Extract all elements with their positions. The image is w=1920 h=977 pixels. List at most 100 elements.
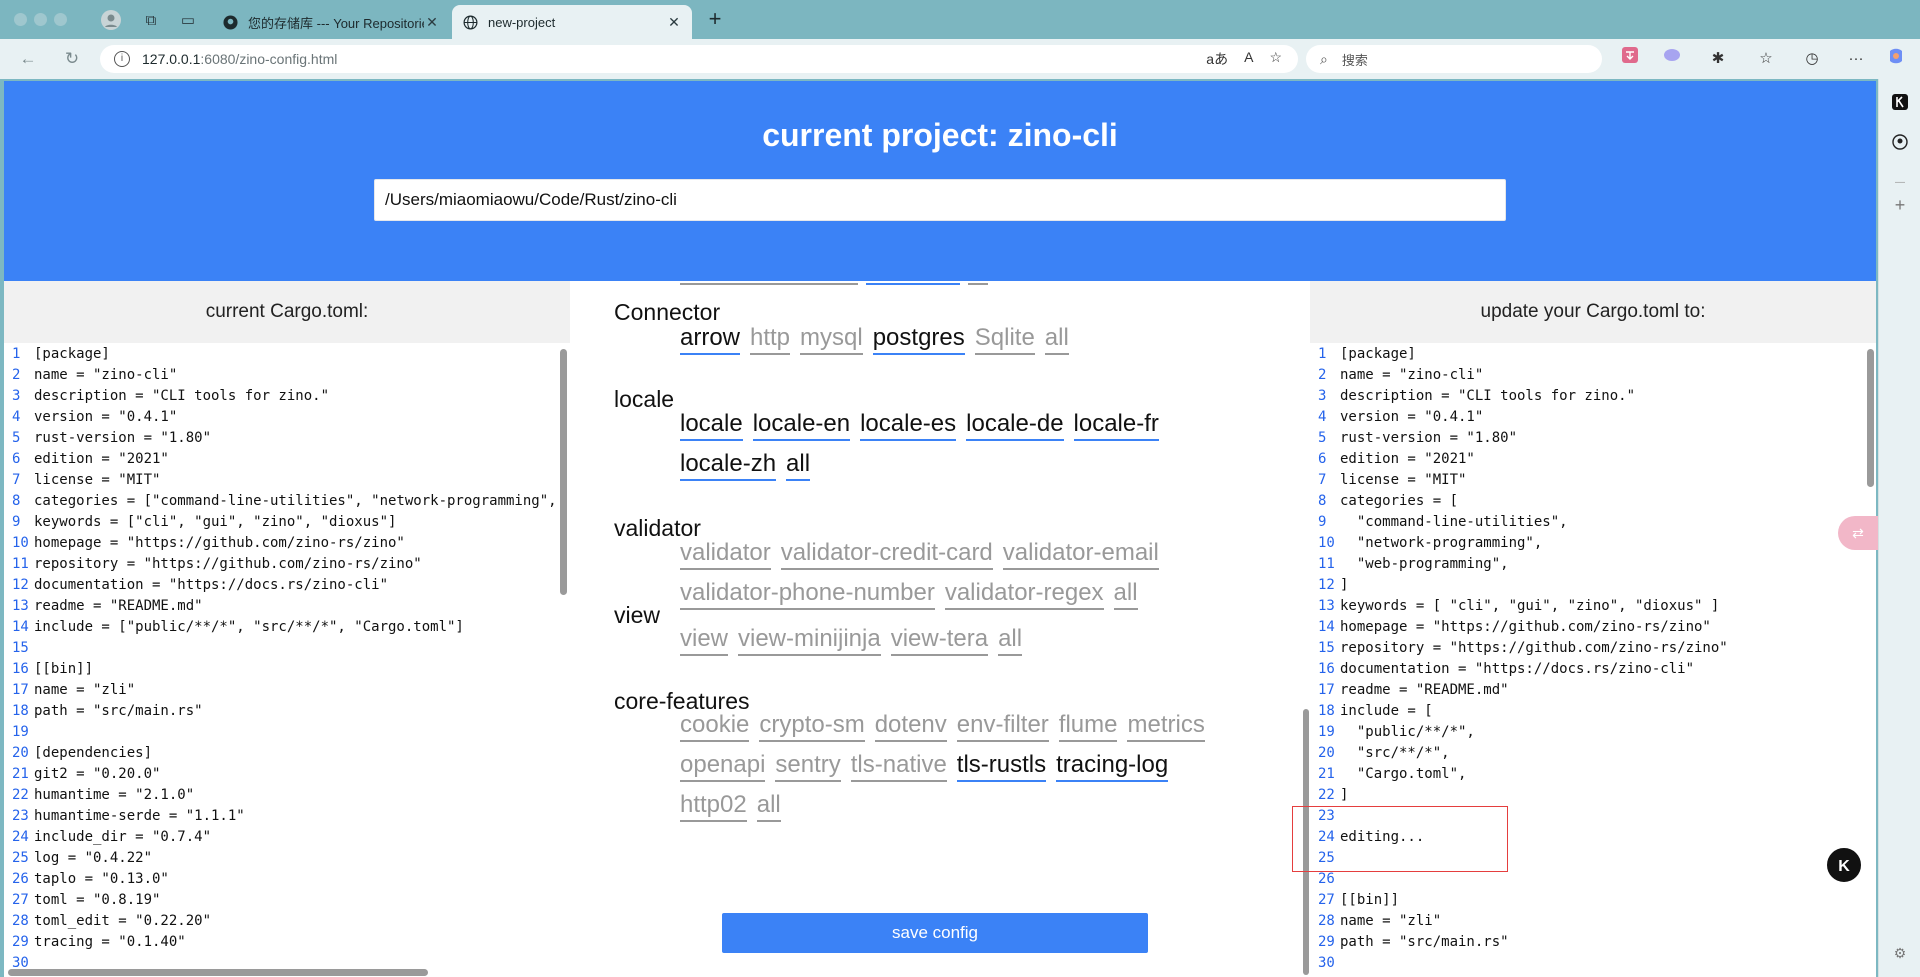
code-line: 15 [4,638,34,659]
feature-toggle[interactable]: arrow [680,324,741,355]
favorite-star-icon[interactable]: ☆ [1269,49,1282,69]
back-arrow-icon[interactable]: ← [16,47,40,71]
feature-toggle[interactable]: dotenv [874,711,947,742]
line-number: 26 [1318,871,1335,887]
line-text: name = "zli" [1340,913,1442,929]
close-icon[interactable]: ✕ [424,14,440,31]
line-number: 8 [1318,493,1327,509]
line-number: 25 [12,850,29,866]
feature-toggle[interactable]: tracing-log [1056,751,1169,782]
sidebar-github-icon[interactable] [1888,133,1912,157]
feature-partial[interactable] [772,281,858,285]
new-tab-button[interactable]: + [702,7,728,33]
sidebar-k-app-icon[interactable] [1888,93,1912,117]
line-text: taplo = "0.13.0" [34,871,169,887]
close-icon[interactable]: ✕ [666,14,682,31]
updated-cargo-editor[interactable]: 1 [package] 2 name = "zino-cli" 3 description… [1310,343,1876,977]
line-text: "network-programming", [1340,535,1543,551]
feature-toggle[interactable]: locale-de [966,410,1064,441]
feature-toggle[interactable]: view-tera [890,625,989,656]
save-config-button[interactable]: save config [722,913,1148,953]
feature-toggle[interactable]: metrics [1127,711,1205,742]
line-text: git2 = "0.20.0" [34,766,161,782]
feature-toggle[interactable]: http02 [680,791,747,822]
right-vertical-scrollbar[interactable] [1867,349,1874,487]
feature-toggle[interactable]: flume [1058,711,1118,742]
feature-toggle[interactable]: locale-zh [680,450,777,481]
feature-toggle[interactable]: all [756,791,781,822]
feature-toggle[interactable]: locale-en [752,410,851,441]
feature-toggle[interactable]: validator-email [1002,539,1159,570]
feature-toggle[interactable]: openapi [680,751,766,782]
history-icon[interactable]: ◷ [1800,47,1824,71]
translate-icon[interactable]: aあ [1206,49,1228,69]
feature-partial[interactable] [968,281,988,285]
feature-toggle[interactable]: tls-native [850,751,947,782]
feature-partial[interactable] [680,281,780,285]
feature-toggle[interactable]: env-filter [956,711,1049,742]
code-line: 13 readme = "README.md" [4,596,203,617]
line-number: 1 [12,346,21,362]
feature-toggle[interactable]: locale-fr [1073,410,1159,441]
line-number: 19 [1318,724,1335,740]
url-input[interactable]: i 127.0.0.1:6080/zino-config.html aあ A ☆ [100,45,1298,73]
extension-translate-icon[interactable] [1618,47,1642,71]
feature-toggle[interactable]: locale-es [860,410,957,441]
tab-new-project[interactable]: new-project ✕ [452,5,692,39]
feature-toggle[interactable]: tls-rustls [956,751,1047,782]
feature-toggle[interactable]: all [786,450,811,481]
collections-icon[interactable]: ⧉ [139,8,163,32]
feature-partial[interactable] [866,281,960,285]
feature-toggle[interactable]: validator [680,539,771,570]
feature-toggle[interactable]: validator-credit-card [780,539,993,570]
feature-toggle[interactable]: validator-regex [944,579,1104,610]
search-input[interactable]: ⌕ 搜索 [1306,45,1602,73]
floating-translate-button[interactable]: ⇄ [1838,516,1878,550]
left-horizontal-scrollbar[interactable] [8,969,428,976]
favorites-icon[interactable]: ☆ [1754,47,1778,71]
code-line: 24 include_dir = "0.7.4" [4,827,211,848]
feature-toggle[interactable]: all [1044,324,1069,355]
feature-toggle[interactable]: sentry [775,751,841,782]
floating-k-button[interactable]: K [1825,846,1863,884]
feature-toggle[interactable]: locale [680,410,743,441]
current-cargo-editor[interactable]: 1 [package] 2 name = "zino-cli" 3 description… [4,343,570,977]
address-bar: ← ↻ i 127.0.0.1:6080/zino-config.html aあ… [0,39,1920,79]
feature-toggle[interactable]: all [1113,579,1138,610]
window-minimize-button[interactable] [34,13,47,26]
sidebar-add-icon[interactable]: + [1888,193,1912,217]
feature-toggle[interactable]: postgres [872,324,965,355]
feature-toggle[interactable]: Sqlite [974,324,1035,355]
tab-repositories[interactable]: 您的存储库 --- Your Repositories ✕ [212,5,450,39]
more-menu-icon[interactable]: ··· [1844,47,1868,71]
code-line: 10 homepage = "https://github.com/zino-rs… [4,533,405,554]
project-path-input[interactable] [374,179,1506,221]
code-line: 4 version = "0.4.1" [1310,407,1483,428]
extensions-puzzle-icon[interactable]: ✱ [1706,47,1730,71]
window-close-button[interactable] [14,13,27,26]
line-text: homepage = "https://github.com/zino-rs/z… [34,535,405,551]
line-number: 5 [1318,430,1327,446]
line-text: ] [1340,577,1349,593]
read-aloud-icon[interactable]: A [1244,49,1253,69]
line-text: toml_edit = "0.22.20" [34,913,212,929]
feature-toggle[interactable]: view-minijinja [738,625,881,656]
extension-copilot-icon[interactable] [1660,47,1684,71]
feature-toggle[interactable]: all [998,625,1023,656]
feature-toggle[interactable]: validator-phone-number [680,579,935,610]
sidebar-settings-icon[interactable]: ⚙ [1888,941,1912,965]
profile-avatar-icon[interactable] [99,8,123,32]
feature-toggle[interactable]: cookie [680,711,750,742]
line-number: 6 [1318,451,1327,467]
window-zoom-button[interactable] [54,13,67,26]
copilot-icon[interactable] [1884,47,1908,71]
info-icon[interactable]: i [114,51,130,67]
feature-toggle[interactable]: crypto-sm [759,711,865,742]
feature-toggle[interactable]: mysql [800,324,863,355]
tab-actions-icon[interactable]: ▭ [176,8,200,32]
feature-toggle[interactable]: view [680,625,729,656]
reload-icon[interactable]: ↻ [60,47,84,71]
current-cargo-title: current Cargo.toml: [205,301,369,322]
left-vertical-scrollbar[interactable] [560,349,567,595]
feature-toggle[interactable]: http [750,324,791,355]
